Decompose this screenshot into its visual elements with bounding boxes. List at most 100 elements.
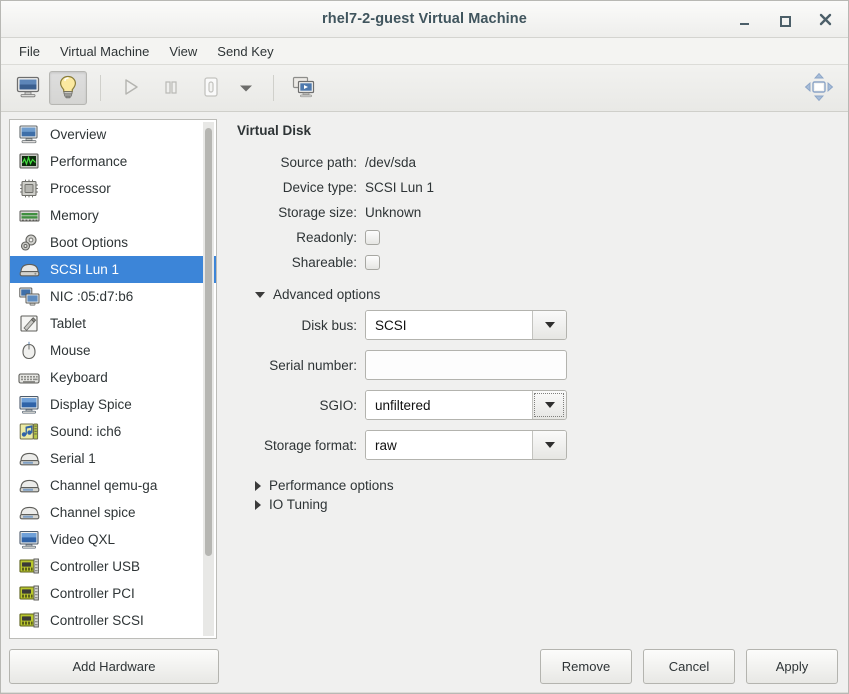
sidebar-item-memory[interactable]: Memory bbox=[10, 202, 216, 229]
sidebar-item-label: SCSI Lun 1 bbox=[50, 262, 120, 277]
disk-bus-combo[interactable]: SCSI bbox=[365, 310, 567, 340]
sgio-dropdown-arrow[interactable] bbox=[532, 391, 566, 419]
menu-view[interactable]: View bbox=[159, 41, 207, 62]
pause-button bbox=[152, 71, 190, 105]
network-icon bbox=[18, 287, 40, 307]
harddisk-icon bbox=[18, 260, 40, 280]
channel-icon bbox=[18, 476, 40, 496]
sidebar-item-label: NIC :05:d7:b6 bbox=[50, 289, 134, 304]
device-type-value: SCSI Lun 1 bbox=[365, 180, 435, 195]
keyboard-icon bbox=[18, 368, 40, 388]
maximize-icon[interactable] bbox=[776, 11, 794, 29]
sidebar-item-channel-spice[interactable]: Channel spice bbox=[10, 499, 216, 526]
remove-button[interactable]: Remove bbox=[540, 648, 632, 684]
console-view-button[interactable] bbox=[9, 71, 47, 105]
sidebar-item-label: Performance bbox=[50, 154, 128, 169]
source-path-label: Source path: bbox=[280, 155, 357, 170]
shareable-checkbox[interactable] bbox=[365, 255, 380, 270]
close-icon[interactable] bbox=[816, 11, 834, 29]
hardware-list[interactable]: Overview Performance Processor Memory Boot O… bbox=[9, 119, 217, 639]
storage-format-dropdown-arrow[interactable] bbox=[532, 431, 566, 459]
scrollbar-thumb[interactable] bbox=[205, 128, 212, 556]
sidebar-item-controller-scsi[interactable]: Controller SCSI bbox=[10, 607, 216, 634]
sidebar-item-serial-1[interactable]: Serial 1 bbox=[10, 445, 216, 472]
sidebar-item-label: Memory bbox=[50, 208, 99, 223]
readonly-checkbox[interactable] bbox=[365, 230, 380, 245]
sidebar-item-channel-qemu-ga[interactable]: Channel qemu-ga bbox=[10, 472, 216, 499]
storage-format-label: Storage format: bbox=[263, 437, 357, 453]
fullscreen-button[interactable] bbox=[804, 72, 834, 105]
fullscreen-icon bbox=[804, 72, 834, 105]
sidebar-item-nic-05-d7-b6[interactable]: NIC :05:d7:b6 bbox=[10, 283, 216, 310]
disk-info-grid: Source path: /dev/sda Device type: SCSI … bbox=[237, 150, 840, 275]
sidebar-item-label: Controller USB bbox=[50, 559, 141, 574]
sidebar-item-label: Mouse bbox=[50, 343, 91, 358]
disk-bus-label: Disk bus: bbox=[301, 317, 357, 333]
storage-size-value: Unknown bbox=[365, 205, 422, 220]
menu-file[interactable]: File bbox=[9, 41, 50, 62]
hardware-pane: Overview Performance Processor Memory Boot O… bbox=[9, 119, 217, 639]
toolbar-separator-2 bbox=[273, 75, 274, 101]
lightbulb-icon bbox=[57, 75, 79, 102]
sidebar-item-video-qxl[interactable]: Video QXL bbox=[10, 526, 216, 553]
serial-number-label: Serial number: bbox=[269, 357, 357, 373]
titlebar: rhel7-2-guest Virtual Machine bbox=[1, 1, 848, 38]
shutdown-menu-button[interactable] bbox=[232, 71, 260, 105]
disk-bus-dropdown-arrow[interactable] bbox=[532, 311, 566, 339]
details-view-button[interactable] bbox=[49, 71, 87, 105]
monitor-icon bbox=[16, 76, 40, 101]
sidebar-item-label: Keyboard bbox=[50, 370, 108, 385]
sidebar-item-controller-pci[interactable]: Controller PCI bbox=[10, 580, 216, 607]
device-type-label: Device type: bbox=[282, 180, 357, 195]
disk-bus-value: SCSI bbox=[366, 311, 532, 339]
sidebar-item-keyboard[interactable]: Keyboard bbox=[10, 364, 216, 391]
triangle-right-icon bbox=[255, 480, 261, 491]
shareable-label: Shareable: bbox=[291, 255, 357, 270]
sidebar-item-label: Serial 1 bbox=[50, 451, 96, 466]
apply-button[interactable]: Apply bbox=[746, 648, 838, 684]
sidebar-item-display-spice[interactable]: Display Spice bbox=[10, 391, 216, 418]
sidebar-item-label: Sound: ich6 bbox=[50, 424, 122, 439]
hardware-list-scrollbar[interactable] bbox=[203, 122, 214, 636]
add-hardware-button[interactable]: Add Hardware bbox=[9, 648, 219, 684]
storage-size-label: Storage size: bbox=[278, 205, 357, 220]
io-tuning-label: IO Tuning bbox=[269, 497, 328, 512]
menu-virtual-machine[interactable]: Virtual Machine bbox=[50, 41, 159, 62]
serial-number-input[interactable] bbox=[365, 350, 567, 380]
memory-icon bbox=[18, 206, 40, 226]
chevron-down-icon bbox=[239, 81, 253, 96]
storage-format-combo[interactable]: raw bbox=[365, 430, 567, 460]
sidebar-item-label: Video QXL bbox=[50, 532, 116, 547]
tablet-icon bbox=[18, 314, 40, 334]
sidebar-item-performance[interactable]: Performance bbox=[10, 148, 216, 175]
controller-icon bbox=[18, 557, 40, 577]
channel-icon bbox=[18, 503, 40, 523]
sidebar-item-controller-usb[interactable]: Controller USB bbox=[10, 553, 216, 580]
minimize-icon[interactable] bbox=[736, 11, 754, 29]
io-tuning-expander[interactable]: IO Tuning bbox=[237, 497, 840, 512]
sidebar-item-overview[interactable]: Overview bbox=[10, 121, 216, 148]
sidebar-item-label: Overview bbox=[50, 127, 107, 142]
advanced-options-label: Advanced options bbox=[273, 287, 381, 302]
sidebar-item-tablet[interactable]: Tablet bbox=[10, 310, 216, 337]
triangle-right-icon bbox=[255, 499, 261, 510]
mouse-icon bbox=[18, 341, 40, 361]
sidebar-item-processor[interactable]: Processor bbox=[10, 175, 216, 202]
sidebar-item-sound-ich6[interactable]: Sound: ich6 bbox=[10, 418, 216, 445]
cpu-icon bbox=[18, 179, 40, 199]
sidebar-item-label: Channel qemu-ga bbox=[50, 478, 158, 493]
sidebar-item-scsi-lun-1[interactable]: SCSI Lun 1 bbox=[10, 256, 216, 283]
content-area: Overview Performance Processor Memory Boot O… bbox=[1, 112, 848, 639]
sidebar-item-label: Tablet bbox=[50, 316, 87, 331]
advanced-options-expander[interactable]: Advanced options bbox=[237, 287, 840, 302]
snapshots-button[interactable] bbox=[285, 71, 323, 105]
cancel-button[interactable]: Cancel bbox=[643, 648, 735, 684]
sidebar-item-mouse[interactable]: Mouse bbox=[10, 337, 216, 364]
performance-options-expander[interactable]: Performance options bbox=[237, 478, 840, 493]
sgio-combo[interactable]: unfiltered bbox=[365, 390, 567, 420]
performance-options-label: Performance options bbox=[269, 478, 394, 493]
footer-divider bbox=[1, 692, 848, 693]
sidebar-item-boot-options[interactable]: Boot Options bbox=[10, 229, 216, 256]
menu-send-key[interactable]: Send Key bbox=[207, 41, 283, 62]
play-icon bbox=[121, 77, 141, 100]
